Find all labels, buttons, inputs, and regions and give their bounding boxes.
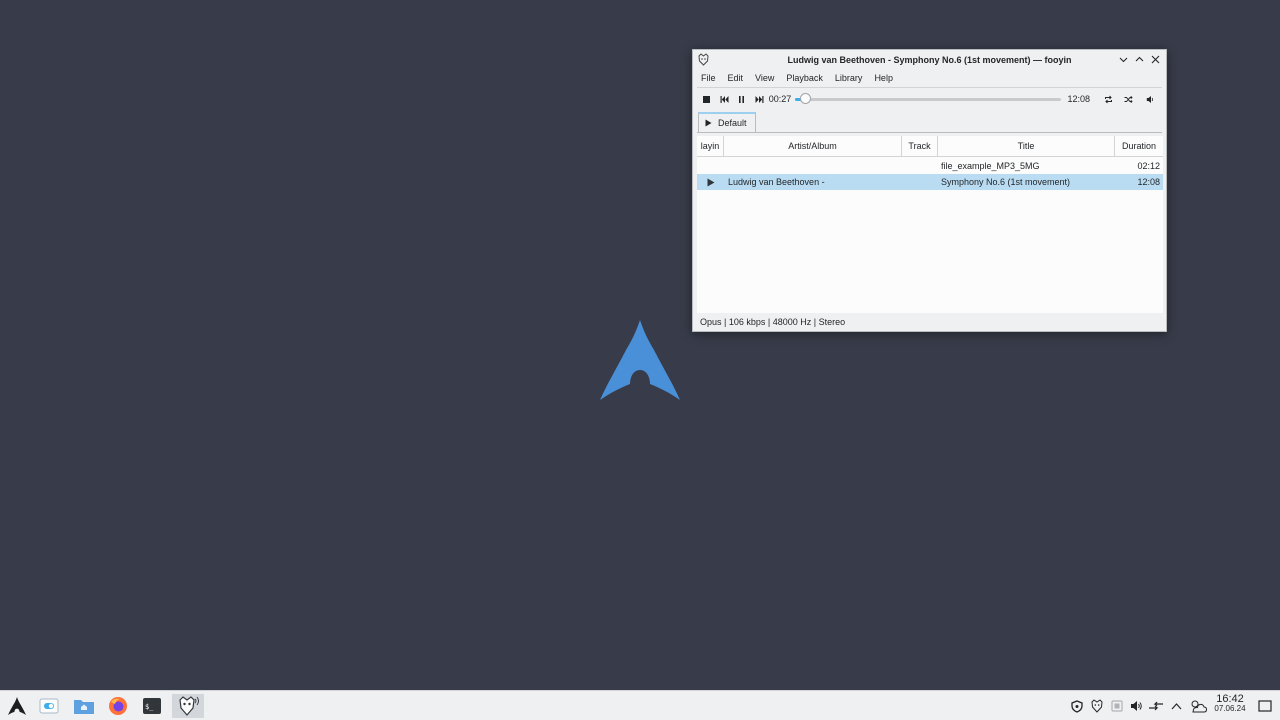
- playlist[interactable]: layin Artist/Album Track Title Duration …: [697, 136, 1163, 313]
- track-cell: [902, 174, 938, 190]
- taskbar-fooyin[interactable]: [172, 694, 204, 718]
- network-icon: [1149, 701, 1163, 711]
- window-title: Ludwig van Beethoven - Symphony No.6 (1s…: [787, 54, 1072, 65]
- elapsed-time: 00:27: [768, 94, 792, 104]
- clock[interactable]: 16:42 07.06.24: [1211, 694, 1249, 714]
- volume-icon: [1146, 95, 1153, 103]
- volume-button[interactable]: [1142, 91, 1158, 107]
- tray-volume[interactable]: [1127, 695, 1145, 717]
- playlist-row[interactable]: file_example_MP3_5MG 02:12: [697, 158, 1163, 174]
- tray-weather[interactable]: [1188, 695, 1208, 717]
- minimize-button[interactable]: [1116, 52, 1130, 66]
- playlist-tab-bar: Default: [697, 110, 1162, 133]
- tray-fooyin[interactable]: [1088, 695, 1106, 717]
- title-cell: file_example_MP3_5MG: [941, 161, 1040, 171]
- stop-button[interactable]: [699, 91, 714, 107]
- application-launcher[interactable]: [4, 694, 30, 718]
- fooyin-window: Ludwig van Beethoven - Symphony No.6 (1s…: [692, 49, 1167, 332]
- menu-library[interactable]: Library: [829, 69, 869, 87]
- weather-cloud-icon: [1191, 700, 1207, 713]
- menu-file[interactable]: File: [695, 69, 722, 87]
- firefox-icon: [109, 697, 127, 715]
- stop-icon: [703, 95, 711, 103]
- title-bar: Ludwig van Beethoven - Symphony No.6 (1s…: [693, 50, 1166, 69]
- seek-track: [795, 98, 1062, 101]
- title-cell: Symphony No.6 (1st movement): [941, 177, 1071, 187]
- arch-launcher-icon: [8, 697, 26, 715]
- tray-security[interactable]: [1068, 695, 1086, 717]
- fooyin-app-icon[interactable]: [697, 53, 710, 66]
- taskbar-terminal[interactable]: $_: [139, 694, 165, 718]
- status-bar: Opus | 106 kbps | 48000 Hz | Stereo: [693, 313, 1166, 331]
- folder-home-icon: [74, 700, 94, 714]
- playlist-header: layin Artist/Album Track Title Duration: [697, 136, 1163, 157]
- pause-button[interactable]: [734, 91, 749, 107]
- terminal-icon: $_: [143, 698, 161, 714]
- arch-linux-desktop-logo: [600, 320, 680, 400]
- fooyin-tray-icon: [1091, 699, 1103, 713]
- chevron-down-icon: [1119, 57, 1127, 62]
- show-desktop-button[interactable]: [1256, 695, 1274, 717]
- close-button[interactable]: [1148, 52, 1162, 66]
- taskbar-file-manager[interactable]: [71, 694, 97, 718]
- playback-controls: 00:27 12:08: [693, 88, 1166, 110]
- previous-button[interactable]: [716, 91, 731, 107]
- column-header-title[interactable]: Title: [938, 136, 1115, 156]
- duration-cell: 02:12: [1137, 161, 1160, 171]
- taskbar-settings-app[interactable]: [36, 694, 62, 718]
- tab-label: Default: [718, 118, 747, 128]
- playlist-row-playing[interactable]: Ludwig van Beethoven - Symphony No.6 (1s…: [697, 174, 1163, 190]
- playing-indicator-cell: [697, 158, 724, 174]
- menu-help[interactable]: Help: [868, 69, 899, 87]
- seek-slider[interactable]: [795, 92, 1062, 106]
- tray-expand[interactable]: [1167, 695, 1185, 717]
- next-button[interactable]: [751, 91, 766, 107]
- taskbar-firefox[interactable]: [105, 694, 131, 718]
- skip-back-icon: [720, 95, 729, 103]
- tab-default[interactable]: Default: [698, 112, 756, 132]
- menu-view[interactable]: View: [749, 69, 780, 87]
- repeat-button[interactable]: [1100, 91, 1116, 107]
- duration-cell: 12:08: [1137, 177, 1160, 187]
- play-icon: [705, 119, 712, 127]
- seek-handle[interactable]: [800, 93, 812, 104]
- menu-edit[interactable]: Edit: [722, 69, 750, 87]
- codec-info: Opus | 106 kbps | 48000 Hz | Stereo: [700, 317, 846, 327]
- column-header-duration[interactable]: Duration: [1115, 136, 1163, 156]
- artist-album-cell: [724, 158, 902, 174]
- chevron-up-icon: [1171, 703, 1181, 710]
- fooyin-icon: [179, 696, 199, 716]
- pause-icon: [739, 95, 745, 103]
- total-time: 12:08: [1067, 94, 1091, 104]
- toggle-switch-icon: [39, 698, 59, 714]
- menu-bar: File Edit View Playback Library Help: [693, 69, 1166, 87]
- repeat-icon: [1104, 95, 1112, 103]
- artist-album-cell: Ludwig van Beethoven -: [728, 177, 825, 187]
- tray-network[interactable]: [1147, 695, 1165, 717]
- maximize-button[interactable]: [1132, 52, 1146, 66]
- column-header-playing[interactable]: layin: [697, 136, 724, 156]
- show-desktop-icon: [1258, 700, 1272, 712]
- column-header-track[interactable]: Track: [902, 136, 938, 156]
- shuffle-icon: [1124, 95, 1133, 103]
- track-cell: [902, 158, 938, 174]
- close-icon: [1151, 55, 1159, 63]
- svg-text:$_: $_: [145, 703, 154, 711]
- taskbar: $_ 16:42 07.06.24: [0, 690, 1280, 720]
- menu-playback[interactable]: Playback: [780, 69, 829, 87]
- shield-icon: [1071, 699, 1083, 713]
- shuffle-button[interactable]: [1120, 91, 1136, 107]
- chevron-up-icon: [1135, 56, 1143, 61]
- column-header-artist-album[interactable]: Artist/Album: [724, 136, 902, 156]
- clock-date: 07.06.24: [1214, 704, 1246, 713]
- skip-forward-icon: [755, 95, 764, 103]
- tray-media[interactable]: [1108, 695, 1126, 717]
- volume-icon: [1130, 701, 1142, 711]
- now-playing-icon: [707, 178, 714, 186]
- playing-indicator-cell: [697, 174, 724, 190]
- media-player-icon: [1111, 700, 1123, 712]
- clock-time: 16:42: [1216, 693, 1244, 705]
